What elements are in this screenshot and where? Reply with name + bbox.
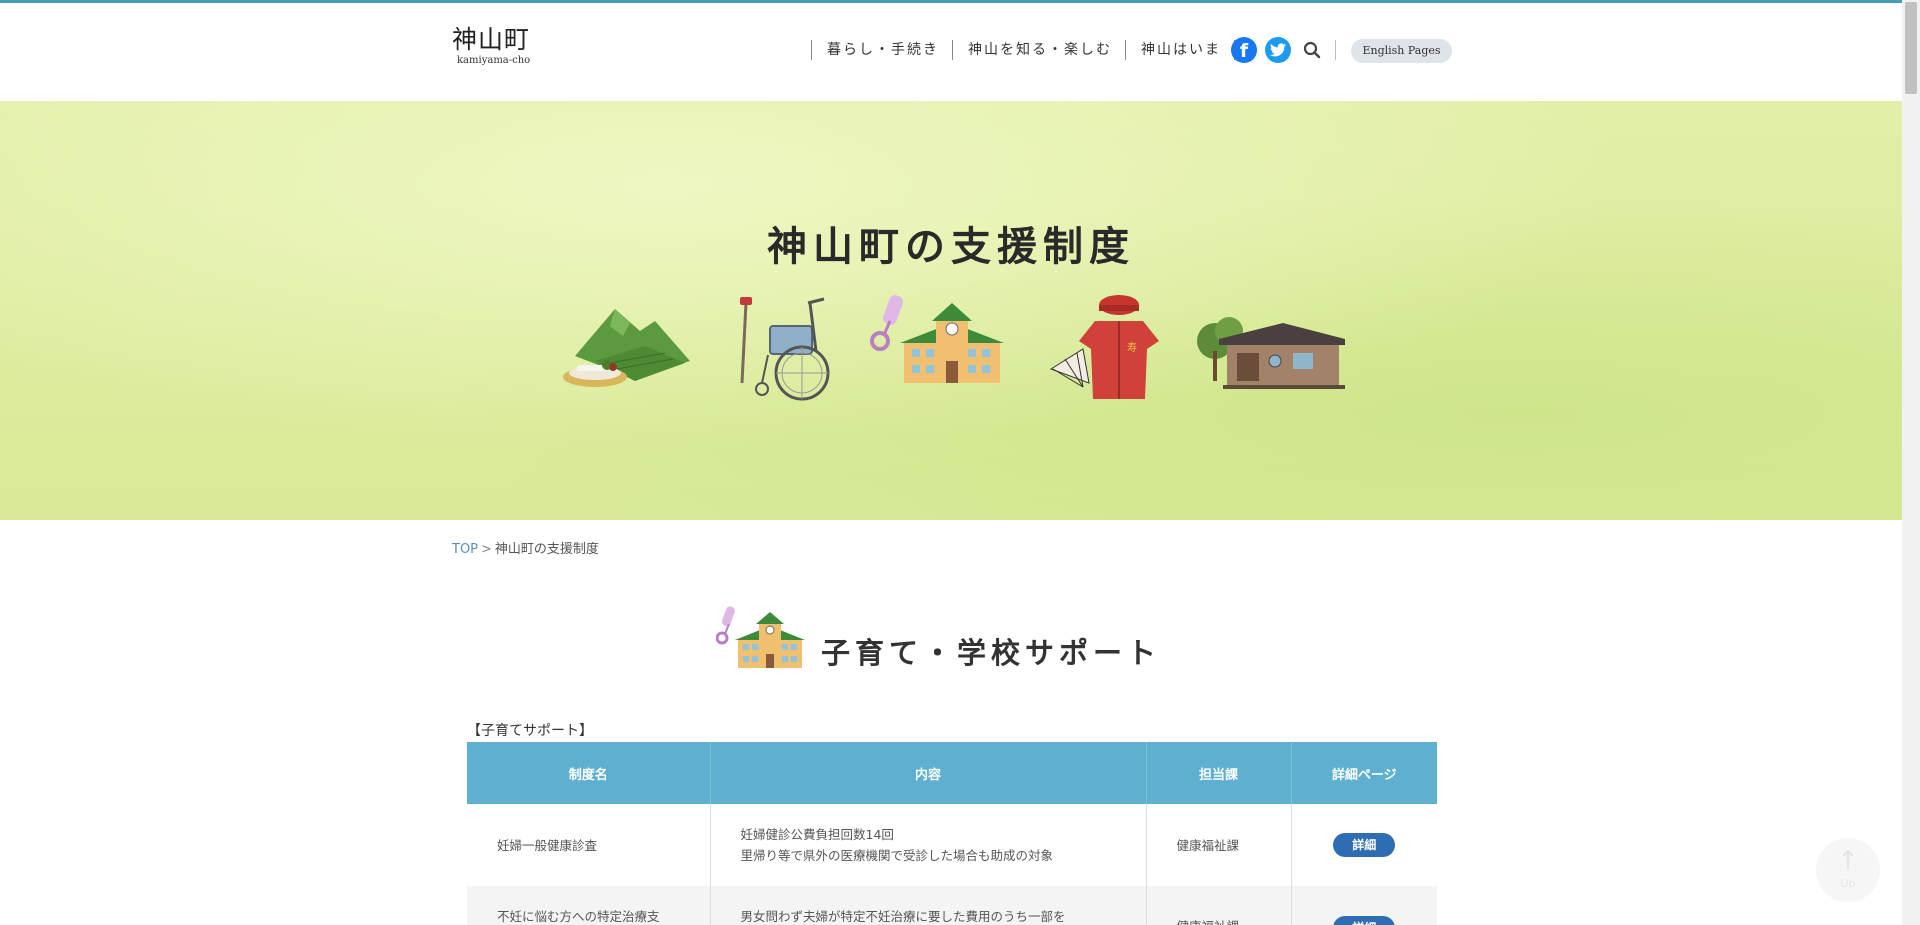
arrow-up-icon: ↑ <box>1837 846 1859 876</box>
logo-title: 神山町 <box>452 25 531 54</box>
farm-illustration <box>563 309 690 387</box>
main-nav: 暮らし・手続き 神山を知る・楽しむ 神山はいま <box>811 39 1235 61</box>
cell-content-line: 里帰り等で県外の医療機関で受診した場合も助成の対象 <box>740 848 1054 863</box>
cell-dept: 健康福祉課 <box>1146 886 1292 925</box>
nav-item-now[interactable]: 神山はいま <box>1125 40 1234 60</box>
school-section-icon <box>716 606 805 668</box>
wheelchair-illustration <box>740 297 830 401</box>
breadcrumb-top-link[interactable]: TOP <box>452 542 478 557</box>
festival-illustration: 寿 <box>1049 295 1159 399</box>
table-caption: 【子育てサポート】 <box>467 723 593 739</box>
house-illustration <box>1197 317 1345 389</box>
column-header-content: 内容 <box>710 742 1147 804</box>
page-scrollbar[interactable] <box>1902 0 1920 925</box>
cell-content: 妊婦健診公費負担回数14回 里帰り等で県外の医療機関で受診した場合も助成の対象 <box>710 804 1147 886</box>
cell-content-line: 妊婦健診公費負担回数14回 <box>740 827 894 842</box>
page-title: 神山町の支援制度 <box>767 223 1135 270</box>
column-header-detail: 詳細ページ <box>1291 742 1437 804</box>
svg-text:寿: 寿 <box>1127 341 1137 354</box>
nav-item-life[interactable]: 暮らし・手続き <box>811 40 952 60</box>
detail-button[interactable]: 詳細 <box>1333 833 1396 857</box>
english-pages-button[interactable]: English Pages <box>1351 39 1452 63</box>
support-table: 制度名 内容 担当課 詳細ページ 妊婦一般健康診査 妊婦健診公費負担回数14回 … <box>467 742 1437 925</box>
column-header-name: 制度名 <box>467 742 711 804</box>
breadcrumb: TOP > 神山町の支援制度 <box>452 538 599 557</box>
cell-name: 妊婦一般健康診査 <box>467 804 711 886</box>
scrollbar-thumb[interactable] <box>1905 2 1917 94</box>
cell-detail: 詳細 <box>1291 804 1437 886</box>
site-logo[interactable]: 神山町 kamiyama-cho <box>452 25 530 67</box>
search-icon[interactable] <box>1303 41 1321 59</box>
logo-subtitle: kamiyama-cho <box>457 55 531 66</box>
facebook-icon[interactable]: f <box>1231 37 1257 63</box>
hero-banner: 神山町の支援制度 寿 <box>0 101 1902 520</box>
table-row: 妊婦一般健康診査 妊婦健診公費負担回数14回 里帰り等で県外の医療機関で受診した… <box>467 804 1437 886</box>
scroll-to-top-button[interactable]: ↑ Up <box>1816 838 1880 902</box>
detail-button[interactable]: 詳細 <box>1333 916 1396 925</box>
site-header: 神山町 kamiyama-cho 暮らし・手続き 神山を知る・楽しむ 神山はいま… <box>0 3 1902 101</box>
table-header-row: 制度名 内容 担当課 詳細ページ <box>467 742 1437 804</box>
column-header-dept: 担当課 <box>1146 742 1292 804</box>
cell-name: 不妊に悩む方への特定治療支 <box>467 886 711 925</box>
breadcrumb-current: 神山町の支援制度 <box>494 542 599 557</box>
twitter-icon[interactable] <box>1265 37 1291 63</box>
header-divider <box>1335 40 1336 60</box>
cell-content-line: 男女問わず夫婦が特定不妊治療に要した費用のうち一部を <box>740 909 1066 924</box>
nav-item-explore[interactable]: 神山を知る・楽しむ <box>952 40 1125 60</box>
table-row: 不妊に悩む方への特定治療支 男女問わず夫婦が特定不妊治療に要した費用のうち一部を… <box>467 886 1437 925</box>
cell-detail: 詳細 <box>1291 886 1437 925</box>
scroll-to-top-label: Up <box>1840 877 1856 890</box>
cell-content: 男女問わず夫婦が特定不妊治療に要した費用のうち一部を <box>710 886 1147 925</box>
section-title: 子育て・学校サポート <box>821 636 1162 670</box>
cell-dept: 健康福祉課 <box>1146 804 1292 886</box>
school-illustration <box>870 295 1004 383</box>
breadcrumb-separator: > <box>481 542 492 557</box>
